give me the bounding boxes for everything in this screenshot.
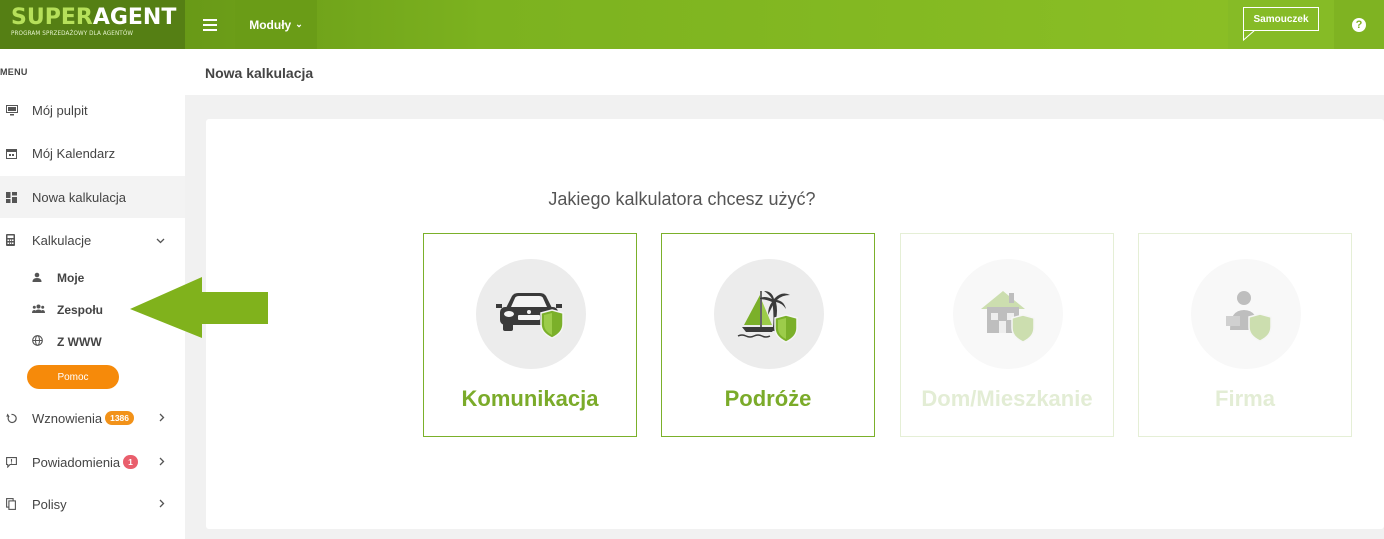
globe-icon: [0, 335, 57, 349]
business-icon: [1191, 259, 1301, 369]
tile-business[interactable]: Firma: [1138, 233, 1352, 437]
calculator-card: Jakiego kalkulatora chcesz użyć? Komunik…: [206, 119, 1384, 529]
tile-label: Podróże: [724, 386, 812, 411]
menu-title: MENU: [0, 67, 28, 77]
sidebar-item-label: Mój Kalendarz: [32, 145, 116, 161]
tile-home[interactable]: Dom/Mieszkanie: [900, 233, 1114, 437]
sidebar-subitem-label: Zespołu: [57, 303, 104, 317]
notifications-count-badge: 1: [123, 455, 138, 469]
tile-communication[interactable]: Komunikacja: [423, 233, 637, 437]
sidebar-item-label: Polisy: [32, 496, 67, 512]
logo[interactable]: SUPERAGENT PROGRAM SPRZEDAŻOWY DLA AGENT…: [0, 0, 185, 49]
sidebar-item-my-desktop[interactable]: Mój pulpit: [0, 89, 185, 131]
sidebar-item-calculations[interactable]: Kalkulacje: [0, 219, 185, 261]
help-icon[interactable]: ?: [1352, 17, 1366, 32]
page-title: Nowa kalkulacja: [205, 65, 314, 81]
tile-travel[interactable]: Podróże: [661, 233, 875, 437]
help-button[interactable]: Pomoc: [27, 365, 119, 389]
calculator-question: Jakiego kalkulatora chcesz użyć?: [548, 189, 816, 209]
calculator-icon: [0, 234, 32, 246]
sidebar-item-policies[interactable]: Polisy: [0, 483, 185, 525]
modules-label: Moduły: [249, 17, 292, 32]
logo-name-part2: AGENT: [92, 5, 177, 30]
chevron-right-icon: [159, 497, 165, 511]
sidebar-item-label: Mój pulpit: [32, 102, 88, 118]
team-icon: [0, 304, 57, 316]
chevron-right-icon: [159, 411, 165, 425]
sidebar-subitem-label: Z WWW: [57, 335, 102, 349]
message-icon: [0, 456, 32, 468]
copy-icon: [0, 498, 32, 510]
chevron-right-icon: [159, 455, 165, 469]
chevron-down-icon: [156, 233, 165, 247]
logo-name-part1: SUPER: [11, 5, 93, 30]
content-header: Nowa kalkulacja: [185, 49, 1384, 95]
car-icon: [476, 259, 586, 369]
sidebar-item-notifications[interactable]: Powiadomienia 1: [0, 441, 185, 483]
pointer-arrow-icon: [130, 277, 268, 338]
sidebar-item-label: Powiadomienia: [32, 454, 121, 470]
sidebar-subitem-label: Moje: [57, 271, 85, 285]
user-icon: [0, 272, 57, 285]
sidebar-item-label: Kalkulacje: [32, 232, 92, 248]
help-area: ?: [1334, 0, 1384, 49]
chevron-down-icon: ⌄: [295, 19, 303, 29]
logo-tagline: PROGRAM SPRZEDAŻOWY DLA AGENTÓW: [11, 30, 134, 37]
modules-dropdown[interactable]: Moduły ⌄: [235, 0, 317, 49]
speech-tail-icon: [1243, 30, 1256, 42]
tile-label: Dom/Mieszkanie: [921, 386, 1093, 411]
monitor-icon: [0, 104, 32, 116]
sidebar-item-calendar[interactable]: Mój Kalendarz: [0, 132, 185, 174]
hamburger-menu-icon[interactable]: [185, 0, 235, 49]
renewals-count-badge: 1386: [105, 411, 135, 425]
sidebar-item-renewals[interactable]: Wznowienia 1386: [0, 397, 185, 439]
calendar-icon: [0, 148, 32, 159]
tile-label: Firma: [1215, 386, 1275, 411]
sidebar-item-label: Wznowienia: [32, 410, 103, 426]
refresh-icon: [0, 413, 32, 424]
travel-icon: [714, 259, 824, 369]
top-bar: SUPERAGENT PROGRAM SPRZEDAŻOWY DLA AGENT…: [0, 0, 1384, 49]
tile-label: Komunikacja: [461, 386, 599, 411]
house-icon: [953, 259, 1063, 369]
tutorial-button[interactable]: Samouczek: [1243, 7, 1319, 31]
